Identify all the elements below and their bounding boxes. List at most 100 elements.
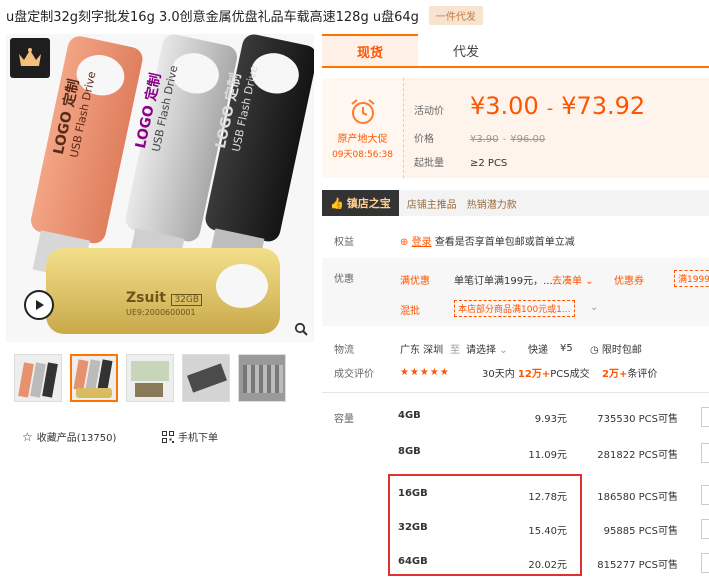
favorite-product[interactable]: ☆ 收藏产品(13750) <box>22 429 117 445</box>
shop-treasure-tag[interactable]: 👍 镇店之宝 <box>322 190 399 216</box>
play-video-button[interactable] <box>24 290 54 320</box>
logistics-row: 物流 广东 深圳 至 请选择 ⌄ 快递 ¥5 ◷ 限时包邮 <box>322 338 709 358</box>
tab-dropship[interactable]: 代发 <box>418 34 514 66</box>
title-row: u盘定制32g刻字批发16g 3.0创意金属优盘礼品车载高速128g u盘64g… <box>6 4 483 26</box>
shop-logo[interactable] <box>10 38 50 78</box>
reviews-row: 成交评价 ★★★★★ 30天内 12万+PCS成交 2万+条评价 <box>322 362 709 382</box>
express-label: 快递 <box>528 344 548 356</box>
thumbnail-1[interactable] <box>14 354 62 402</box>
gift-icon: ⊕ <box>400 236 409 248</box>
divider <box>322 392 709 393</box>
qr-code-icon <box>162 430 174 443</box>
spec-stock: 735530 PCS可售 <box>597 414 678 425</box>
activity-price-label: 活动价 <box>414 106 444 117</box>
thumbnail-3[interactable] <box>126 354 174 402</box>
spec-stock: 186580 PCS可售 <box>597 492 678 503</box>
product-title: u盘定制32g刻字批发16g 3.0创意金属优盘礼品车载高速128g u盘64g <box>6 9 419 25</box>
rights-content: ⊕ 登录 查看是否享首单包邮或首单立减 <box>400 233 575 248</box>
mixed-batch-label: 混批 <box>400 306 420 317</box>
logistics-label: 物流 <box>334 344 354 356</box>
moq-row: 起批量 ≥2 PCS <box>414 154 507 169</box>
highlight-box <box>388 474 582 576</box>
promo-label: 原产地大促 <box>337 134 388 145</box>
login-link[interactable]: 登录 <box>412 237 432 248</box>
quantity-input[interactable] <box>701 443 709 463</box>
original-price-low: ¥3.90 <box>470 134 499 145</box>
thumbs-up-icon: 👍 <box>330 196 344 210</box>
express-fee: ¥5 <box>560 342 573 354</box>
ship-to-label: 至 <box>450 344 460 356</box>
alarm-clock-icon <box>350 99 375 124</box>
original-price-row: 价格 ¥3.90 - ¥96.00 <box>414 130 545 145</box>
reviews-summary[interactable]: 2万+条评价 <box>602 365 657 380</box>
spec-price: 11.09元 <box>528 450 567 461</box>
dropship-badge[interactable]: 一件代发 <box>428 5 483 25</box>
spec-stock: 95885 PCS可售 <box>603 526 678 537</box>
thumbnail-2[interactable] <box>70 354 118 402</box>
spec-stock: 281822 PCS可售 <box>597 450 678 461</box>
full-reduce-text: 单笔订单满199元，... <box>454 276 553 287</box>
ship-to-value: 请选择 <box>466 344 496 356</box>
original-price-label: 价格 <box>414 134 434 145</box>
rights-row: 权益 ⊕ 登录 查看是否享首单包邮或首单立减 <box>322 230 709 250</box>
deals-prefix: 30天内 <box>482 368 515 380</box>
quantity-input[interactable] <box>701 553 709 573</box>
mobile-order-label: 手机下单 <box>178 433 218 444</box>
thumbnail-4[interactable] <box>182 354 230 402</box>
quantity-input[interactable] <box>701 485 709 505</box>
activity-price-sep: - <box>546 98 554 119</box>
go-combine-label: 去凑单 <box>552 276 582 287</box>
shop-treasure-bar: 👍 镇店之宝 店铺主推品 热销潜力款 <box>322 190 709 216</box>
activity-price-row: 活动价 ¥3.00 - ¥73.92 <box>414 92 645 120</box>
quantity-input[interactable] <box>701 519 709 539</box>
coupon-chip[interactable]: 满1999 <box>674 270 709 287</box>
star-outline-icon: ☆ <box>22 429 33 444</box>
price-box: 原产地大促 09天08:56:38 活动价 ¥3.00 - ¥73.92 价格 … <box>322 78 709 178</box>
chevron-down-icon[interactable]: ⌄ <box>590 302 598 313</box>
favorites-label: 收藏产品(13750) <box>36 433 117 444</box>
free-shipping-label: 限时包邮 <box>601 344 642 356</box>
thumbnail-5[interactable] <box>238 354 286 402</box>
play-icon <box>36 300 44 310</box>
spec-row: 4GB 9.93元 735530 PCS可售 <box>322 400 709 434</box>
rating-stars: ★★★★★ <box>400 366 450 378</box>
spec-row: 8GB 11.09元 281822 PCS可售 <box>322 436 709 470</box>
gold-brand-text: Zsuit <box>126 290 166 306</box>
main-product-image[interactable]: LOGO 定制 USB Flash Drive LOGO 定制 USB Flas… <box>6 34 314 342</box>
rights-label: 权益 <box>334 236 354 248</box>
gold-capacity-text: 32GB <box>171 294 203 306</box>
activity-price-low: ¥3.00 <box>470 92 539 120</box>
tab-in-stock[interactable]: 现货 <box>322 34 418 66</box>
reviews-count: 2万+ <box>602 368 628 380</box>
promo-countdown: 09天08:56:38 <box>332 150 393 160</box>
magnifier-icon <box>294 322 308 336</box>
spec-name: 4GB <box>398 410 421 421</box>
shop-featured-link[interactable]: 店铺主推品 <box>407 196 457 211</box>
reviews-suffix: 条评价 <box>627 368 658 380</box>
ship-from: 广东 深圳 <box>400 344 444 356</box>
discount-block: 优惠 满优惠 单笔订单满199元，... 去凑单 ⌄ 优惠券 满1999 混批 … <box>322 258 709 326</box>
clock-icon: ◷ <box>590 344 599 356</box>
gold-serial-text: UE9:2000600001 <box>126 308 196 317</box>
crown-icon <box>19 48 41 66</box>
ship-to-select[interactable]: 请选择 ⌄ <box>466 341 508 356</box>
reviews-label: 成交评价 <box>334 368 374 380</box>
shop-hot-link[interactable]: 热销潜力款 <box>467 196 517 211</box>
gold-drive-text: Zsuit 32GB UE9:2000600001 <box>126 290 203 317</box>
mixed-batch-chip[interactable]: 本店部分商品满100元或1... <box>454 300 575 317</box>
coupon-label[interactable]: 优惠券 <box>614 272 644 287</box>
discount-label: 优惠 <box>334 274 354 285</box>
zoom-button[interactable] <box>292 320 310 338</box>
go-combine-link[interactable]: 去凑单 ⌄ <box>552 272 594 287</box>
promo-block: 原产地大促 09天08:56:38 <box>322 78 404 178</box>
purchase-mode-tabs: 现货 代发 <box>322 34 709 68</box>
deals-summary: 30天内 12万+PCS成交 <box>482 365 590 380</box>
spec-name: 8GB <box>398 446 421 457</box>
original-price-high: ¥96.00 <box>510 134 546 145</box>
quantity-input[interactable] <box>701 407 709 427</box>
moq-value: ≥2 PCS <box>470 158 508 169</box>
deals-count: 12万+ <box>517 368 551 380</box>
mobile-order[interactable]: 手机下单 <box>162 429 218 444</box>
activity-price-high: ¥73.92 <box>561 92 646 120</box>
original-price-sep: - <box>502 134 507 145</box>
